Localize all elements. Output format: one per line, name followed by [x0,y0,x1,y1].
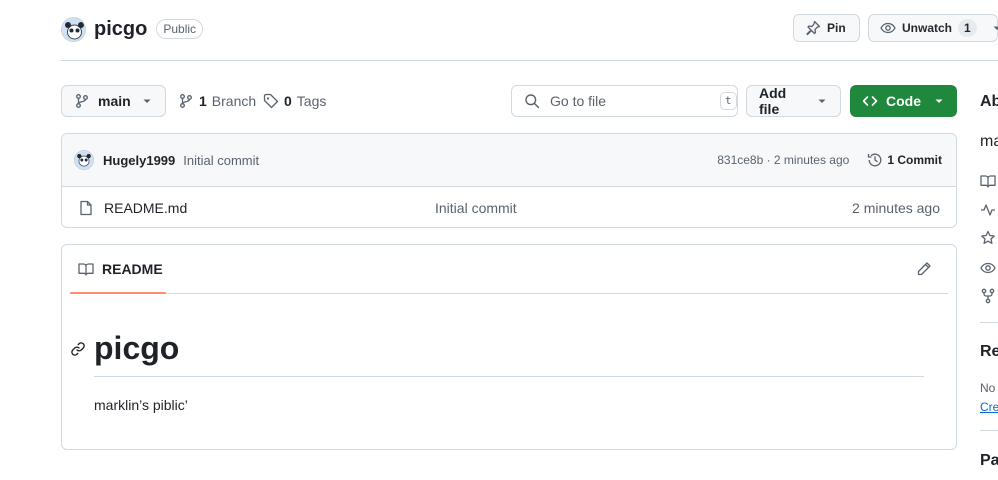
eye-icon [880,20,896,36]
shortcut-hint: t [720,92,737,110]
tags-link[interactable]: 0 Tags [263,85,326,117]
commit-author-link[interactable]: Hugely1999 [103,153,175,168]
file-table: Hugely1999 Initial commit 831ce8b · 2 mi… [61,133,957,228]
pin-button[interactable]: Pin [793,14,860,42]
chevron-down-icon [816,95,828,107]
link-icon[interactable] [70,341,86,357]
readme-panel: README picgo marklin’s piblic’ [61,244,957,450]
readme-title: picgo [94,330,180,366]
go-to-file-input[interactable] [550,93,710,109]
releases-heading[interactable]: Re [980,343,998,361]
pulse-icon[interactable] [980,202,996,218]
chevron-down-icon [141,95,153,107]
pin-icon [805,20,821,36]
file-time: 2 minutes ago [852,199,940,216]
code-button[interactable]: Code [850,85,957,117]
readme-tab[interactable]: README [78,261,163,277]
commit-hash-time[interactable]: 831ce8b · 2 minutes ago [717,153,849,167]
readme-paragraph: marklin’s piblic’ [94,397,188,413]
add-file-button[interactable]: Add file [746,85,841,117]
readme-heading: picgo [71,329,924,377]
book-icon [78,261,94,277]
chevron-down-icon[interactable] [991,22,998,34]
create-release-link[interactable]: Cre [980,400,998,414]
history-icon [867,152,883,168]
visibility-badge: Public [156,19,204,39]
go-to-file-box[interactable]: t [511,85,738,117]
git-branch-icon [178,93,194,109]
readme-header: README [70,245,948,294]
active-tab-indicator [70,292,166,294]
branches-count: 1 [199,93,207,109]
owner-avatar[interactable] [61,16,86,42]
repo-description: ma [980,133,998,150]
repo-header: picgo Public [61,16,204,42]
commit-count-label: 1 Commit [887,153,942,167]
file-commit-link[interactable]: Initial commit [435,200,517,216]
latest-commit-row: Hugely1999 Initial commit 831ce8b · 2 mi… [62,134,956,187]
add-file-label: Add file [759,85,787,117]
readme-tab-label: README [102,261,163,277]
packages-heading[interactable]: Pa [980,452,998,470]
repo-header-actions: Pin Unwatch 1 [793,14,998,42]
branch-selector[interactable]: main [61,85,166,117]
file-name-link[interactable]: README.md [104,200,187,216]
commit-history-link[interactable]: 1 Commit [867,152,942,168]
code-label: Code [886,93,921,109]
sidebar-divider [980,322,998,323]
releases-empty-text: No [980,381,996,395]
about-heading: Ab [980,93,998,110]
unwatch-button[interactable]: Unwatch 1 [868,14,998,42]
watch-count: 1 [958,19,977,37]
pin-label: Pin [827,21,846,35]
file-icon [78,200,94,216]
search-icon [524,93,540,109]
star-icon[interactable] [980,230,996,246]
branches-label: Branch [211,93,257,109]
repo-name-link[interactable]: picgo [94,18,147,41]
unwatch-label: Unwatch [902,21,953,35]
fork-icon[interactable] [980,288,996,304]
branch-name: main [98,93,131,109]
sidebar-divider [980,430,998,431]
chevron-down-icon [933,95,945,107]
commit-message-link[interactable]: Initial commit [183,153,259,168]
header-divider [61,60,998,61]
file-row[interactable]: README.md Initial commit 2 minutes ago [62,187,956,227]
pencil-icon [916,261,932,277]
author-avatar[interactable] [74,150,94,170]
code-icon [862,93,878,109]
edit-readme-button[interactable] [910,255,938,283]
branches-link[interactable]: 1 Branch [178,85,256,117]
book-icon[interactable] [980,173,996,189]
tags-count: 0 [284,93,292,109]
tags-label: Tags [296,93,327,109]
tag-icon [263,93,279,109]
git-branch-icon [74,93,90,109]
eye-icon[interactable] [980,260,996,276]
repo-toolbar: main 1 Branch 0 Tags t Add file [61,85,957,117]
